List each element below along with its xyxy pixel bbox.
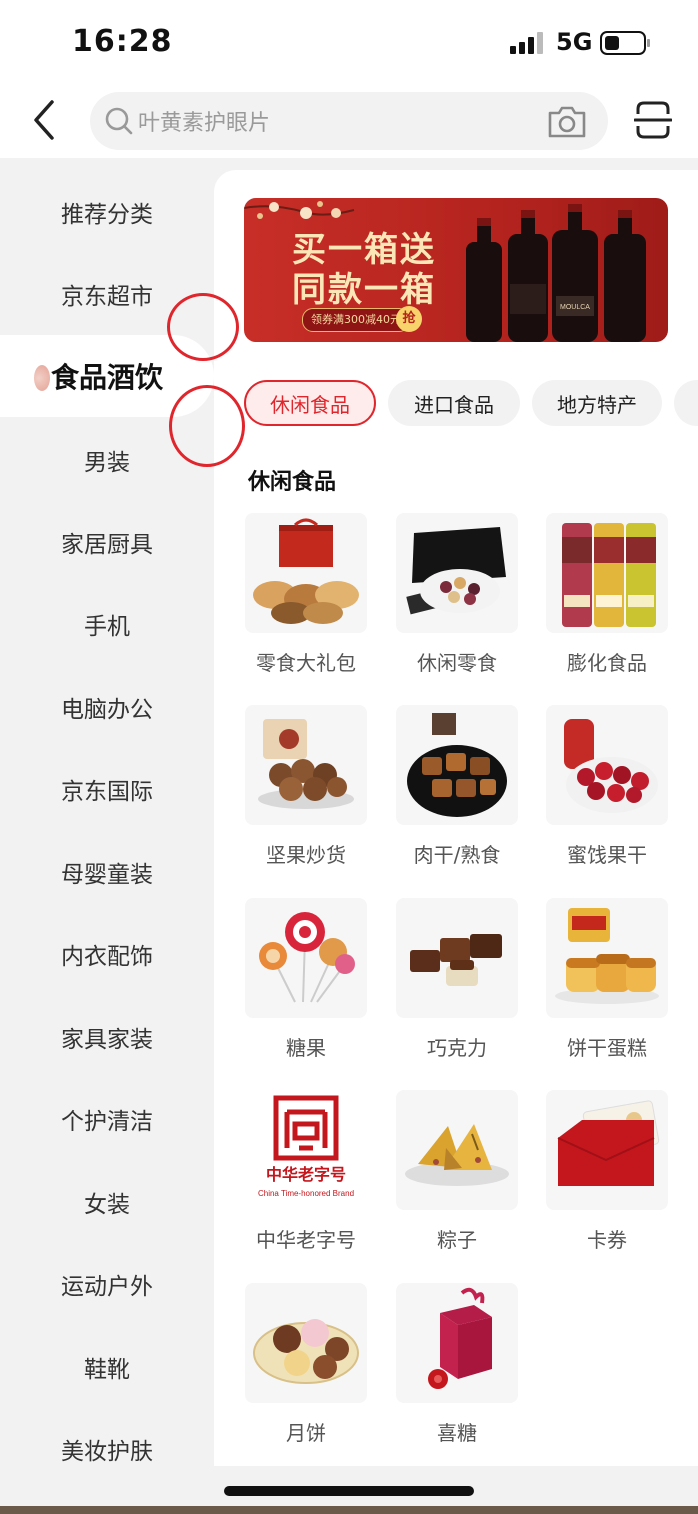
annotation-circle [169, 385, 245, 467]
tab-local-specialty[interactable]: 地方特产 [532, 380, 662, 426]
sidebar-item-label: 推荐分类 [61, 202, 153, 228]
sidebar-item-label: 运动户外 [61, 1274, 153, 1300]
sidebar-item[interactable]: 运动户外 [0, 1243, 214, 1325]
mixed-nuts-box-image [396, 513, 518, 633]
sidebar-item-label: 个护清洁 [61, 1109, 153, 1135]
sidebar-item-label: 鞋靴 [84, 1357, 130, 1383]
beef-jerky-image [396, 705, 518, 825]
sidebar-item[interactable]: 手机 [0, 583, 214, 665]
sidebar-item-label: 京东超市 [61, 284, 153, 310]
dried-cranberries-image [546, 705, 668, 825]
sidebar-item[interactable]: 电脑办公 [0, 666, 214, 748]
wedding-candy-box-image [396, 1283, 518, 1403]
category-label: 卡券 [587, 1228, 627, 1252]
sidebar-item-label: 手机 [84, 614, 130, 640]
category-label: 肉干/熟食 [413, 843, 501, 867]
sidebar-item-label: 男装 [84, 450, 130, 476]
gift-card-envelope-image [546, 1090, 668, 1210]
sidebar-item-label: 京东国际 [61, 779, 153, 805]
search-placeholder: 叶黄素护眼片 [138, 111, 271, 136]
macadamia-nuts-image [245, 705, 367, 825]
category-label: 坚果炒货 [266, 843, 346, 867]
tab-label: 地方特产 [557, 392, 637, 417]
brand-label: MOULCA [560, 304, 590, 311]
sidebar-item-label: 母婴童装 [61, 862, 153, 888]
mooncakes-image [245, 1283, 367, 1403]
category-label: 糖果 [286, 1036, 326, 1060]
sidebar-item[interactable]: 家居厨具 [0, 501, 214, 583]
sidebar-item[interactable]: 个护清洁 [0, 1078, 214, 1160]
sidebar-item[interactable]: 女装 [0, 1161, 214, 1243]
tab-leisure-food[interactable]: 休闲食品 [244, 380, 376, 426]
sidebar-item[interactable]: 美妆护肤 [0, 1408, 214, 1490]
top-nav-bar: 叶黄素护眼片 [0, 84, 698, 158]
sidebar-item-label: 家具家装 [61, 1027, 153, 1053]
banner-coupon-text: 领券满300减40元 [302, 308, 410, 332]
search-bar[interactable]: 叶黄素护眼片 [90, 92, 608, 150]
banner-grab-badge: 抢 [396, 306, 422, 332]
category-label: 喜糖 [437, 1421, 477, 1445]
status-bar: 16:28 5G [0, 0, 698, 84]
sidebar-item[interactable]: 推荐分类 [0, 171, 214, 253]
scan-icon[interactable] [634, 100, 672, 140]
tab-partial[interactable] [674, 380, 698, 426]
tab-imported-food[interactable]: 进口食品 [388, 380, 520, 426]
sidebar-item[interactable]: 京东国际 [0, 748, 214, 830]
sidebar-item-label: 内衣配饰 [61, 944, 153, 970]
category-label: 巧克力 [427, 1036, 487, 1060]
snack-gift-box-image [245, 513, 367, 633]
subcategory-tabs: 休闲食品 进口食品 地方特产 [244, 380, 698, 428]
banner-headline-line2: 同款一箱 [292, 270, 436, 310]
camera-icon[interactable] [546, 104, 588, 140]
lollipops-image [245, 898, 367, 1018]
chips-cans-image [546, 513, 668, 633]
tab-label: 休闲食品 [270, 392, 350, 417]
category-label: 零食大礼包 [256, 651, 356, 675]
logo-text: 中华老字号 [266, 1165, 346, 1184]
signal-icon [510, 32, 543, 54]
sidebar-item[interactable]: 鞋靴 [0, 1326, 214, 1408]
battery-icon [600, 31, 650, 55]
back-arrow-icon[interactable] [28, 98, 60, 142]
category-label: 粽子 [437, 1228, 477, 1252]
sidebar-item-label: 女装 [84, 1192, 130, 1218]
annotation-circle [167, 293, 239, 361]
china-time-honored-brand-logo: 中华老字号 China Time-honored Brand [245, 1090, 367, 1210]
zongzi-image [396, 1090, 518, 1210]
sponge-cakes-image [546, 898, 668, 1018]
category-sidebar: 推荐分类 京东超市 食品酒饮 男装 家居厨具 手机 电脑办公 京东国际 母婴童装… [0, 158, 214, 1514]
home-indicator[interactable] [224, 1486, 474, 1496]
sidebar-item-label: 食品酒饮 [50, 361, 163, 394]
status-time: 16:28 [72, 24, 173, 59]
category-label: 蜜饯果干 [567, 843, 647, 867]
sidebar-item[interactable]: 内衣配饰 [0, 913, 214, 995]
sidebar-item-label: 美妆护肤 [61, 1439, 153, 1465]
category-content-panel: 买一箱送 同款一箱 领券满300减40元 抢 MOULCA 休闲食品 进口食品 … [214, 170, 698, 1466]
chocolate-pieces-image [396, 898, 518, 1018]
sidebar-item[interactable]: 家具家装 [0, 996, 214, 1078]
promo-banner[interactable]: 买一箱送 同款一箱 领券满300减40元 抢 MOULCA [244, 198, 668, 342]
logo-subtext: China Time-honored Brand [258, 1189, 354, 1198]
section-title: 休闲食品 [248, 470, 337, 495]
category-label: 饼干蛋糕 [567, 1036, 647, 1060]
wine-bottles-image: MOULCA [466, 204, 646, 342]
search-icon [105, 107, 133, 135]
tab-label: 进口食品 [414, 392, 494, 417]
bottom-edge [0, 1506, 698, 1514]
category-label: 膨化食品 [567, 651, 647, 675]
sidebar-item-label: 电脑办公 [61, 697, 153, 723]
sidebar-item-label: 家居厨具 [61, 532, 153, 558]
sidebar-item[interactable]: 母婴童装 [0, 831, 214, 913]
category-label: 月饼 [286, 1421, 326, 1445]
network-type: 5G [556, 28, 593, 56]
category-label: 休闲零食 [417, 651, 497, 675]
active-indicator-icon [34, 365, 50, 391]
category-label: 中华老字号 [256, 1228, 356, 1252]
